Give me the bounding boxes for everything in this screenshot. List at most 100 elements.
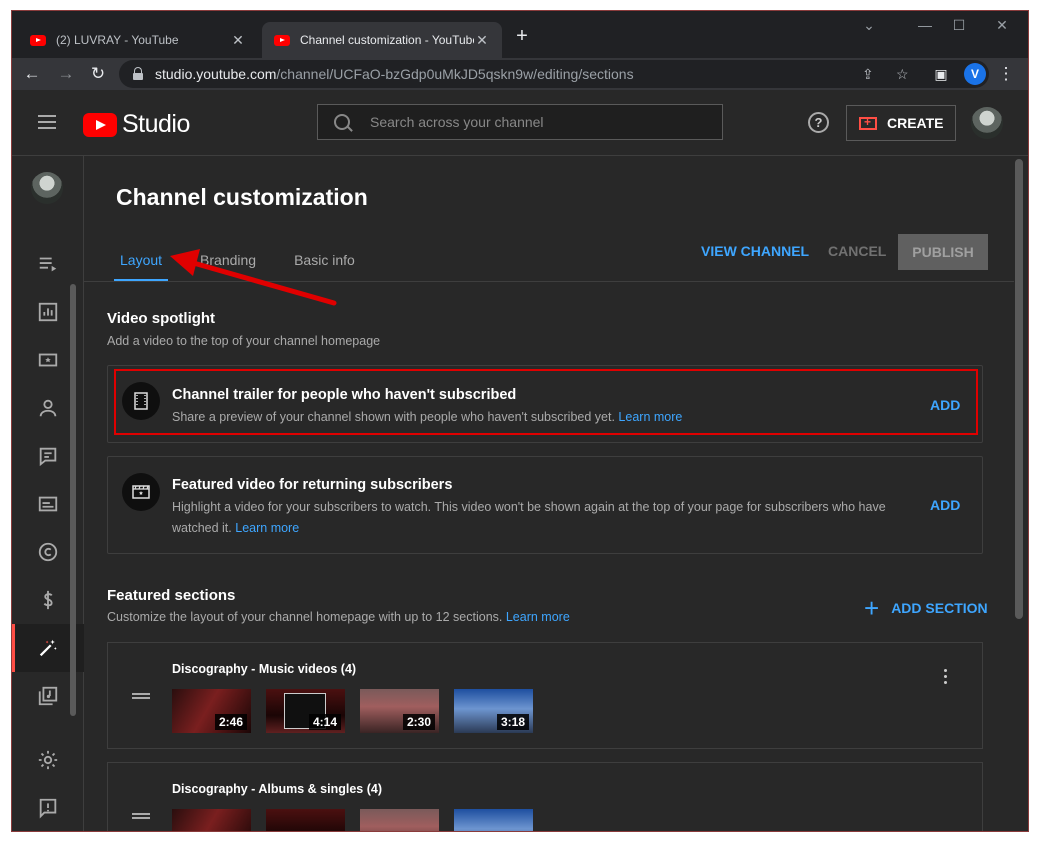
sidebar-item-feedback[interactable]: [12, 784, 84, 831]
close-tab-icon[interactable]: ✕: [230, 32, 246, 49]
analytics-icon: [38, 302, 58, 322]
search-icon: [334, 114, 350, 130]
search-input[interactable]: [370, 114, 690, 130]
youtube-play-icon: [83, 112, 117, 137]
person-icon: [39, 399, 57, 417]
video-duration: 2:46: [214, 714, 247, 730]
video-spotlight-subtitle: Add a video to the top of your channel h…: [107, 334, 381, 348]
tab-layout[interactable]: Layout: [104, 238, 178, 282]
featured-video-icon: [122, 473, 160, 511]
drag-handle-icon[interactable]: [132, 813, 150, 819]
menu-kebab-icon[interactable]: ⋮: [994, 62, 1018, 86]
video-thumbnail[interactable]: 4:14: [266, 689, 345, 733]
address-bar[interactable]: studio.youtube.com/channel/UCFaO-bzGdp0u…: [119, 60, 989, 88]
tab-strip: (2) LUVRAY - YouTube ✕ Channel customiza…: [12, 11, 1028, 58]
video-duration: 4:14: [308, 714, 341, 730]
comment-icon: [39, 447, 57, 467]
add-featured-video-button[interactable]: ADD: [930, 497, 960, 513]
hamburger-menu-icon[interactable]: [38, 115, 56, 129]
album-thumbnail[interactable]: [266, 809, 345, 831]
featured-sections-subtitle: Customize the layout of your channel hom…: [107, 610, 570, 624]
minimize-icon[interactable]: —: [910, 17, 940, 33]
video-thumbnail[interactable]: 2:30: [360, 689, 439, 733]
annotation-highlight-box: [114, 369, 978, 435]
logo-text: Studio: [122, 110, 190, 138]
browser-tab-title: Channel customization - YouTube: [300, 33, 474, 47]
url-host: studio.youtube.com: [155, 66, 277, 82]
album-thumbnail[interactable]: [172, 809, 251, 831]
tab-search-icon[interactable]: ⌄: [854, 17, 884, 34]
gear-icon: [38, 750, 58, 770]
page-title: Channel customization: [116, 184, 368, 210]
add-section-button[interactable]: + ADD SECTION: [864, 593, 988, 623]
tab-branding[interactable]: Branding: [184, 238, 272, 282]
video-spotlight-title: Video spotlight: [107, 310, 216, 327]
more-options-icon[interactable]: [944, 669, 948, 687]
share-icon[interactable]: ⇪: [862, 66, 874, 83]
browser-tab-luvray[interactable]: (2) LUVRAY - YouTube ✕: [18, 22, 258, 58]
create-label: CREATE: [887, 115, 944, 131]
publish-button[interactable]: PUBLISH: [898, 234, 988, 270]
featured-section-row[interactable]: Discography - Music videos (4) 2:46 4:14…: [107, 642, 983, 749]
cancel-button[interactable]: CANCEL: [828, 243, 886, 259]
close-tab-icon[interactable]: ✕: [474, 32, 490, 49]
album-thumbnail[interactable]: [360, 809, 439, 831]
main-scrollbar[interactable]: [1015, 159, 1023, 619]
studio-logo[interactable]: Studio: [83, 110, 190, 139]
sidebar: [12, 156, 84, 831]
video-thumbnail[interactable]: 2:46: [172, 689, 251, 733]
sidebar-item-settings[interactable]: [12, 736, 84, 784]
help-icon[interactable]: ?: [808, 112, 829, 133]
new-tab-icon[interactable]: +: [512, 25, 532, 48]
drag-handle-icon[interactable]: [132, 693, 150, 699]
back-arrow-icon[interactable]: ←: [20, 62, 44, 86]
maximize-icon[interactable]: ☐: [944, 17, 974, 34]
section-title: Discography - Albums & singles (4): [172, 782, 382, 796]
youtube-favicon-icon: [30, 34, 46, 46]
channel-avatar[interactable]: [31, 172, 63, 204]
studio-header: Studio ? CREATE: [12, 90, 1028, 156]
audio-library-icon: [38, 686, 58, 706]
tab-basic-info[interactable]: Basic info: [278, 238, 371, 282]
search-box[interactable]: [317, 104, 723, 140]
browser-toolbar: ← → ↻ studio.youtube.com/channel/UCFaO-b…: [12, 58, 1028, 90]
customization-tabs: Layout Branding Basic info: [104, 238, 377, 282]
card-description: Highlight a video for your subscribers t…: [172, 497, 922, 539]
playlist-icon: [39, 257, 57, 272]
forward-arrow-icon[interactable]: →: [54, 62, 78, 86]
create-button[interactable]: CREATE: [846, 105, 956, 141]
learn-more-link[interactable]: Learn more: [235, 521, 299, 535]
lock-icon: [131, 67, 145, 81]
create-video-icon: [859, 115, 877, 130]
side-panel-icon[interactable]: ▣: [929, 62, 953, 86]
learn-more-link[interactable]: Learn more: [506, 610, 570, 624]
feedback-icon: [39, 798, 57, 819]
view-channel-button[interactable]: VIEW CHANNEL: [701, 243, 809, 259]
browser-tab-channel-customization[interactable]: Channel customization - YouTube ✕: [262, 22, 502, 58]
plus-icon: +: [864, 593, 880, 623]
reload-icon[interactable]: ↻: [86, 62, 110, 86]
featured-sections-subtitle-text: Customize the layout of your channel hom…: [107, 610, 503, 624]
bookmark-star-icon[interactable]: ☆: [896, 66, 909, 83]
sidebar-item-playlists[interactable]: [12, 240, 84, 288]
ticket-icon: [38, 353, 58, 367]
video-duration: 2:30: [402, 714, 435, 730]
section-title: Discography - Music videos (4): [172, 662, 357, 676]
magic-wand-icon: [39, 639, 57, 657]
dollar-icon: [43, 590, 53, 610]
video-thumbnail[interactable]: 3:18: [454, 689, 533, 733]
close-window-icon[interactable]: ✕: [987, 17, 1017, 34]
account-avatar[interactable]: [971, 107, 1003, 139]
profile-avatar[interactable]: V: [964, 63, 986, 85]
tabs-divider: [84, 281, 1014, 282]
copyright-icon: [38, 542, 58, 562]
album-thumbnail[interactable]: [454, 809, 533, 831]
featured-section-row[interactable]: Discography - Albums & singles (4): [107, 762, 983, 831]
browser-tab-title: (2) LUVRAY - YouTube: [56, 33, 179, 47]
featured-video-card: Featured video for returning subscribers…: [107, 456, 983, 554]
featured-sections-title: Featured sections: [107, 587, 236, 604]
video-duration: 3:18: [496, 714, 529, 730]
sidebar-scrollbar[interactable]: [70, 284, 76, 716]
card-title: Featured video for returning subscribers: [172, 477, 453, 493]
url-path: /channel/UCFaO-bzGdp0uMkJD5qskn9w/editin…: [276, 66, 634, 82]
